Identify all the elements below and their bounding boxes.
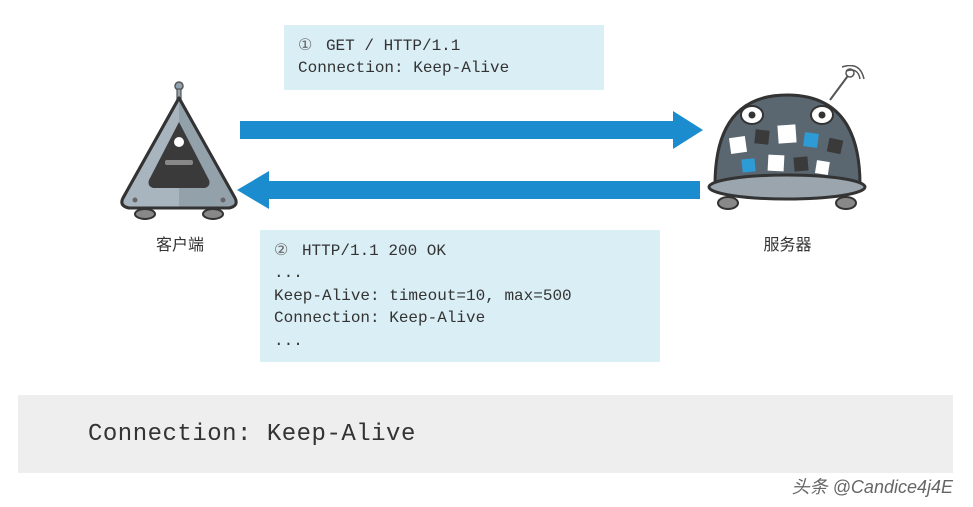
http-keep-alive-diagram: 客户端 [0, 0, 973, 380]
watermark-text: 头条 @Candice4j4E [792, 473, 953, 499]
client-figure: 客户端 [110, 80, 250, 255]
code-snippet-text: Connection: Keep-Alive [88, 421, 416, 448]
step-1-marker: ① [298, 37, 312, 55]
response-arrow-icon [235, 165, 705, 215]
response-text: HTTP/1.1 200 OK ... Keep-Alive: timeout=… [274, 242, 572, 350]
http-response-box: ② HTTP/1.1 200 OK ... Keep-Alive: timeou… [260, 230, 660, 362]
code-snippet-bar: Connection: Keep-Alive [18, 395, 953, 473]
request-text: GET / HTTP/1.1 Connection: Keep-Alive [298, 37, 509, 77]
server-figure: 服务器 [700, 65, 875, 255]
server-label: 服务器 [700, 231, 875, 255]
http-request-box: ① GET / HTTP/1.1 Connection: Keep-Alive [284, 25, 604, 90]
server-robot-icon [700, 65, 875, 220]
client-robot-icon [115, 80, 245, 220]
client-label: 客户端 [110, 231, 250, 255]
step-2-marker: ② [274, 242, 288, 260]
request-arrow-icon [235, 105, 705, 155]
